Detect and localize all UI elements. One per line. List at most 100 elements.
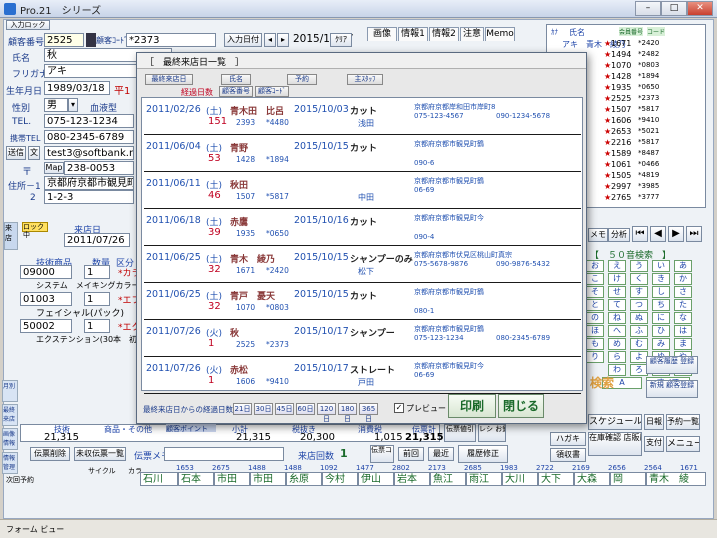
kana-button[interactable]: い — [652, 260, 670, 272]
customer-code-field[interactable]: *2373 — [126, 33, 216, 47]
email-field[interactable]: test3@softbank.ne.jp — [44, 146, 134, 160]
sort-last-visit-button[interactable]: 最終来店日 — [145, 74, 193, 85]
kana-button[interactable]: ふ — [630, 325, 648, 337]
kana-button[interactable]: き — [652, 273, 670, 285]
mail-icon[interactable]: 文 — [28, 146, 40, 160]
bottom-name[interactable]: 岡 — [610, 472, 646, 486]
bottom-name[interactable]: 石川 — [140, 472, 178, 486]
bottom-name[interactable]: 魚江 — [430, 472, 466, 486]
prev-date-button[interactable]: ◂ — [264, 33, 276, 47]
sort-name-button[interactable]: 氏名 — [221, 74, 251, 85]
tab-image[interactable]: 画像 — [367, 27, 397, 41]
bottom-name[interactable]: 青木 綾 — [646, 472, 706, 486]
tab-caution[interactable]: 注意 — [460, 27, 484, 41]
last-record-button[interactable]: ⏭ — [686, 226, 702, 242]
mobile-field[interactable]: 080-2345-6789 — [44, 130, 134, 144]
tab-info2[interactable]: 情報2 — [429, 27, 459, 41]
receipt-button[interactable]: 領収書 — [550, 448, 586, 462]
side-tab-lastvisit[interactable]: 最終来店 — [2, 404, 18, 426]
item2-code[interactable]: 01003 — [20, 292, 72, 306]
kana-button[interactable]: も — [586, 338, 604, 350]
bottom-name[interactable]: 石本 — [178, 472, 214, 486]
birth-field[interactable]: 1989/03/18 — [44, 81, 110, 95]
side-tab-monthly[interactable]: 月別 — [2, 380, 18, 402]
print-button[interactable]: 印刷 — [448, 394, 496, 418]
delete-invoice-button[interactable]: 伝票削除 — [30, 447, 70, 461]
kana-button[interactable]: と — [586, 299, 604, 311]
item2-qty[interactable]: 1 — [84, 292, 110, 306]
menu-button[interactable]: メニュー — [666, 436, 700, 452]
map-button[interactable]: Map — [44, 162, 64, 174]
kana-button[interactable]: て — [608, 299, 626, 311]
item3-qty[interactable]: 1 — [84, 319, 110, 333]
bottom-name[interactable]: 大下 — [538, 472, 574, 486]
input-lock-button[interactable]: 入力ロック — [6, 20, 50, 30]
kana-button[interactable]: そ — [586, 286, 604, 298]
kana-button[interactable]: ま — [674, 338, 692, 350]
kana-button[interactable]: ひ — [652, 325, 670, 337]
kana-button[interactable]: ぬ — [630, 312, 648, 324]
customer-history-button[interactable]: 顧客履歴 登録 — [646, 356, 698, 374]
hagaki-button[interactable]: ハガキ — [550, 432, 586, 446]
visit-date-field[interactable]: 2011/07/26 — [64, 233, 130, 247]
kana-button[interactable]: あ — [674, 260, 692, 272]
customer-id-field[interactable]: 2525 — [44, 33, 84, 47]
stock-confirm-button[interactable]: 在庫確認 店販履歴 — [588, 432, 642, 456]
kana-button[interactable]: う — [630, 260, 648, 272]
visit-row[interactable]: 2011/06/25 (土) 青戸 憂天 32 1070 *0803 2015/10/15 カ… — [144, 283, 581, 320]
tel-field[interactable]: 075-123-1234 — [44, 114, 134, 128]
day-filter-button[interactable]: 21日 — [233, 403, 252, 415]
tab-info1[interactable]: 情報1 — [398, 27, 428, 41]
day-filter-button[interactable]: 30日 — [254, 403, 273, 415]
memo-button[interactable]: メモ — [588, 228, 608, 242]
day-filter-button[interactable]: 180日 — [338, 403, 357, 423]
prev-button[interactable]: 前回 — [398, 447, 424, 461]
tab-memo[interactable]: Memo — [485, 27, 515, 41]
addr2-field[interactable]: 1-2-3 — [44, 190, 134, 204]
kana-button[interactable]: の — [586, 312, 604, 324]
schedule-button[interactable]: スケジュール — [588, 414, 642, 430]
input-date-button[interactable]: 入力日付 — [224, 33, 262, 47]
bottom-name[interactable]: 大川 — [502, 472, 538, 486]
bottom-name[interactable]: 市田 — [250, 472, 286, 486]
side-tab-info[interactable]: 情報管理 — [2, 452, 18, 474]
bottom-name[interactable]: 今村 — [322, 472, 358, 486]
day-filter-button[interactable]: 45日 — [275, 403, 294, 415]
visit-row[interactable]: 2011/06/04 (土) 青野 53 1428 *1894 2015/10/15 カット京… — [144, 135, 581, 172]
kana-button[interactable]: ち — [652, 299, 670, 311]
maximize-button[interactable]: □ — [661, 1, 687, 16]
unreceived-list-button[interactable]: 未収伝票一覧 — [74, 447, 126, 461]
pay-button[interactable]: 支付 — [644, 436, 664, 452]
discount-button[interactable]: 伝票値引 — [444, 424, 476, 442]
kana-button[interactable]: せ — [608, 286, 626, 298]
bottom-name[interactable]: 糸原 — [286, 472, 322, 486]
gender-dropdown-icon[interactable]: ▾ — [68, 98, 78, 112]
zip-field[interactable]: 238-0053 — [64, 161, 134, 175]
kana-button[interactable]: し — [652, 286, 670, 298]
new-customer-button[interactable]: 新規 顧客登録 — [646, 380, 698, 398]
next-record-button[interactable]: ▶ — [668, 226, 684, 242]
send-button[interactable]: 送信 — [6, 146, 26, 160]
copy-invoice-button[interactable]: 伝票コピー — [370, 445, 394, 463]
day-filter-button[interactable]: 365日 — [359, 403, 378, 423]
visit-row[interactable]: 2011/06/11 (土) 秋田 46 1507 *5817 中田 京都府京都市観見町鶴 06… — [144, 172, 581, 209]
sort-code-button[interactable]: 顧客ｺｰﾄﾞ — [255, 86, 289, 97]
kana-button[interactable]: え — [608, 260, 626, 272]
reserve-list-button[interactable]: 予約一覧 — [666, 414, 700, 430]
visit-row[interactable]: 2011/06/25 (土) 青木 綾乃 32 1671 *2420 2015/10/15 シ… — [144, 246, 581, 283]
kana-button[interactable]: け — [608, 273, 626, 285]
bottom-name[interactable]: 雨江 — [466, 472, 502, 486]
kana-button[interactable]: つ — [630, 299, 648, 311]
sort-reserve-button[interactable]: 予約 — [287, 74, 317, 85]
bottom-name[interactable]: 大森 — [574, 472, 610, 486]
kana-button[interactable]: た — [674, 299, 692, 311]
preview-checkbox[interactable]: ✓ — [394, 403, 404, 413]
kana-button[interactable]: み — [652, 338, 670, 350]
invoice-memo-field[interactable] — [164, 447, 284, 461]
kana-button[interactable]: め — [608, 338, 626, 350]
kana-button[interactable]: ね — [608, 312, 626, 324]
minimize-button[interactable]: – — [635, 1, 661, 16]
side-tab-image[interactable]: 画像情報 — [2, 428, 18, 450]
kana-button[interactable]: む — [630, 338, 648, 350]
next-date-button[interactable]: ▸ — [277, 33, 289, 47]
